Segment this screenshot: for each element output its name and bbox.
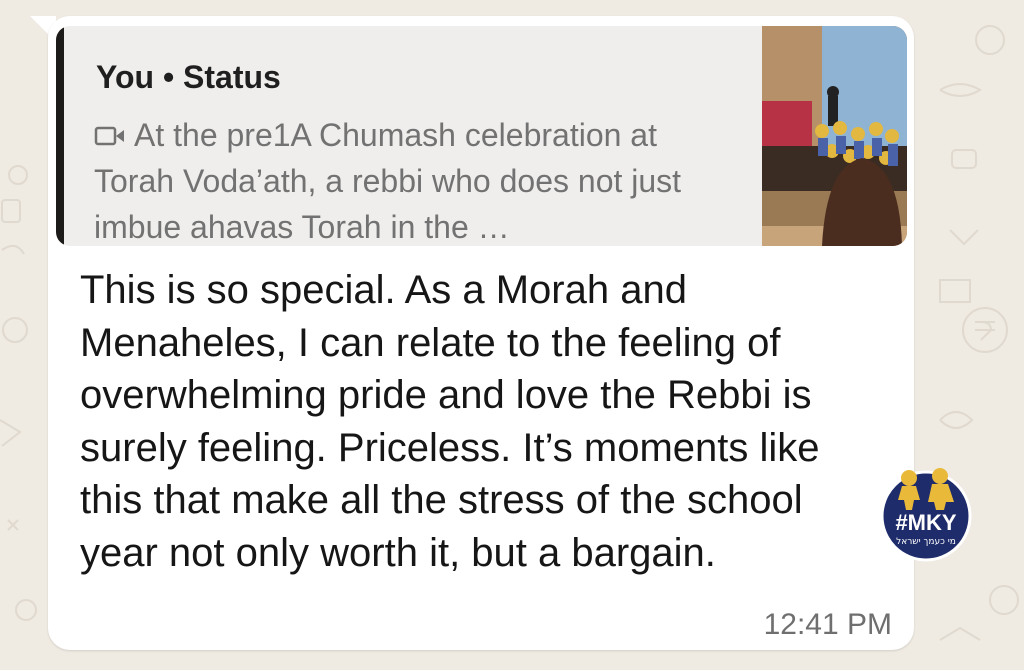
quote-separator: • — [154, 59, 184, 95]
logo-tag: #MKY — [895, 510, 956, 535]
quote-accent-bar — [56, 26, 64, 246]
quote-header: You • Status — [96, 58, 281, 96]
quoted-status-preview[interactable]: You • Status At the pre1A Chumash celebr… — [56, 26, 907, 246]
mky-logo: #MKY מי כעמך ישראל — [880, 468, 972, 562]
status-thumbnail[interactable] — [762, 26, 907, 246]
logo-subtitle: מי כעמך ישראל — [896, 537, 956, 547]
message-text: This is so special. As a Morah and Menah… — [80, 268, 820, 575]
quote-text-block: At the pre1A Chumash celebration at Tora… — [94, 112, 739, 246]
quote-author: You — [96, 59, 155, 95]
video-camera-icon — [94, 113, 126, 146]
message-time: 12:41 PM — [763, 608, 892, 641]
quote-label: Status — [183, 59, 281, 95]
message-bubble[interactable]: You • Status At the pre1A Chumash celebr… — [48, 16, 914, 650]
quote-text: At the pre1A Chumash celebration at Tora… — [94, 117, 682, 245]
